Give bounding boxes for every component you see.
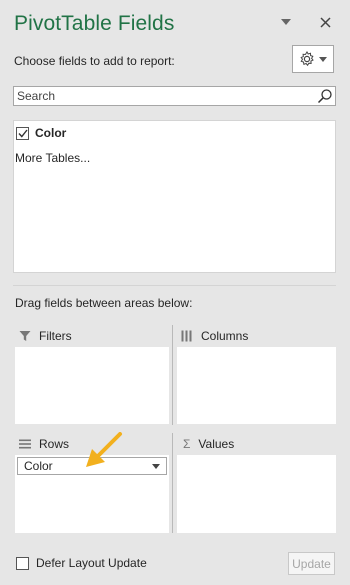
defer-layout-update-toggle[interactable]: Defer Layout Update <box>16 556 147 570</box>
field-item-color[interactable]: Color <box>16 124 66 142</box>
field-list: Color More Tables... <box>13 120 336 273</box>
values-drop-zone[interactable] <box>177 455 336 533</box>
checkmark-icon <box>17 129 28 138</box>
more-tables-link[interactable]: More Tables... <box>15 151 90 165</box>
close-button[interactable] <box>315 10 335 34</box>
search-field[interactable] <box>13 86 336 106</box>
field-checkbox[interactable] <box>16 126 29 140</box>
defer-label: Defer Layout Update <box>36 556 147 570</box>
field-settings-button[interactable] <box>292 45 334 73</box>
chevron-down-icon[interactable] <box>152 463 160 469</box>
pane-title: PivotTable Fields <box>14 12 175 35</box>
chevron-down-icon <box>319 56 327 62</box>
values-area-header: Σ Values <box>183 433 234 455</box>
values-area-label: Values <box>198 437 235 451</box>
columns-icon <box>181 330 192 342</box>
close-icon <box>319 16 331 28</box>
search-input[interactable] <box>14 87 317 105</box>
columns-drop-zone[interactable] <box>177 347 336 424</box>
gear-icon <box>300 51 314 67</box>
drag-fields-label: Drag fields between areas below: <box>15 296 193 310</box>
choose-fields-label: Choose fields to add to report: <box>14 54 175 68</box>
field-name: Color <box>35 126 67 140</box>
update-button[interactable]: Update <box>288 552 335 575</box>
sigma-icon: Σ <box>183 437 191 451</box>
filter-icon <box>19 331 31 341</box>
columns-area-header: Columns <box>181 325 248 347</box>
annotation-arrow-icon <box>86 432 122 467</box>
defer-checkbox[interactable] <box>16 556 29 570</box>
columns-area-label: Columns <box>201 329 249 343</box>
rows-area-header: Rows <box>19 433 69 455</box>
filters-area-header: Filters <box>19 325 72 347</box>
area-divider-top <box>172 325 173 425</box>
filters-area-label: Filters <box>39 329 72 343</box>
separator <box>13 285 336 286</box>
chevron-down-icon <box>281 19 291 25</box>
search-icon[interactable] <box>317 88 333 104</box>
pane-options-button[interactable] <box>276 10 296 34</box>
rows-area-label: Rows <box>39 437 70 451</box>
rows-field-label: Color <box>24 459 53 473</box>
rows-icon <box>19 439 31 449</box>
filters-drop-zone[interactable] <box>15 347 169 424</box>
area-divider-bottom <box>172 433 173 533</box>
